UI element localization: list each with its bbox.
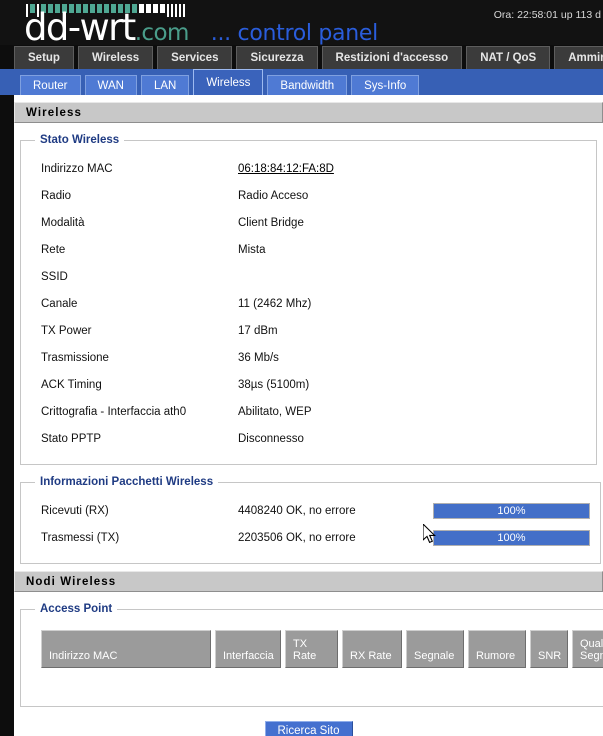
packet-info-rows: Ricevuti (RX) 4408240 OK, no errore 100% Tr… (31, 497, 590, 551)
main-tab-nat-qos[interactable]: NAT / QoS (466, 46, 551, 69)
app-header: dd-wrt .com ... control panel Ora: 22:58… (0, 0, 603, 45)
status-row-value: Mista (238, 243, 266, 256)
sub-tab-lan[interactable]: LAN (140, 75, 190, 95)
packet-row-label: Trasmessi (TX) (41, 531, 120, 544)
packet-progress-label: 100% (497, 504, 526, 517)
status-row: Crittografia - Interfaccia ath0 Abilitato… (31, 398, 586, 425)
mac-address-link[interactable]: 06:18:84:12:FA:8D (238, 163, 586, 175)
main-tab-amministrazione[interactable]: Amministrazione (554, 46, 603, 69)
page-title: Wireless (14, 102, 603, 123)
packet-progress-bar: 100% (433, 502, 590, 519)
status-row-label: SSID (41, 270, 68, 283)
status-row-label: ACK Timing (41, 378, 102, 391)
status-row: Canale 11 (2462 Mhz) (31, 290, 586, 317)
packet-row: Trasmessi (TX) 2203506 OK, no errore 100% (31, 524, 590, 551)
table-column-header: Rumore (468, 630, 526, 668)
table-column-header: Indirizzo MAC (41, 630, 211, 668)
status-row-value: 36 Mb/s (238, 351, 279, 364)
status-row-value: Abilitato, WEP (238, 405, 312, 418)
status-row: Rete Mista (31, 236, 586, 263)
status-row: SSID (31, 263, 586, 290)
status-row-label: Canale (41, 297, 78, 310)
status-row-value: Radio Acceso (238, 189, 309, 202)
main-tab-wireless[interactable]: Wireless (77, 46, 154, 69)
access-point-legend: Access Point (40, 603, 113, 615)
status-row-value: 38µs (5100m) (238, 378, 310, 391)
packet-progress-label: 100% (497, 531, 526, 544)
sub-tab-sys-info[interactable]: Sys-Info (351, 75, 420, 95)
status-row-value: Disconnesso (238, 432, 304, 445)
status-row-label: Modalità (41, 216, 85, 229)
status-row-label: Trasmissione (41, 351, 109, 364)
status-row-label: Radio (41, 189, 72, 202)
status-row-label: TX Power (41, 324, 92, 337)
logo-tagline-text: ... control panel (210, 21, 378, 45)
sub-tab-wireless[interactable]: Wireless (193, 69, 264, 95)
packet-row: Ricevuti (RX) 4408240 OK, no errore 100% (31, 497, 590, 524)
status-row: Radio Radio Acceso (31, 182, 586, 209)
wireless-status-legend: Stato Wireless (40, 134, 120, 146)
logo-domain-text: .com (134, 20, 190, 45)
status-row: TX Power 17 dBm (31, 317, 586, 344)
table-column-header: Interfaccia (215, 630, 281, 668)
main-tab-sicurezza[interactable]: Sicurezza (236, 46, 318, 69)
status-row-label: Crittografia - Interfaccia ath0 (41, 405, 187, 418)
status-row: ACK Timing 38µs (5100m) (31, 371, 586, 398)
status-row: Trasmissione 36 Mb/s (31, 344, 586, 371)
main-tab-restizioni-d-accesso[interactable]: Restizioni d'accesso (321, 46, 463, 69)
main-tab-bar: Setup Wireless Services Sicurezza Restizioni… (0, 45, 603, 69)
packet-info-legend: Informazioni Pacchetti Wireless (40, 476, 214, 488)
status-row-value: 17 dBm (238, 324, 278, 337)
uptime-status: Ora: 22:58:01 up 113 d (493, 9, 601, 21)
access-point-table-body (31, 668, 603, 694)
content-area: Wireless Stato Wireless Indirizzo MAC 06:… (14, 95, 603, 736)
sub-tab-wan[interactable]: WAN (84, 75, 137, 95)
brand-logo: dd-wrt .com ... control panel (24, 9, 378, 45)
table-column-header: SNR (530, 630, 568, 668)
packet-progress-fill: 100% (434, 503, 589, 518)
dd-wrt-control-panel: dd-wrt .com ... control panel Ora: 22:58… (0, 0, 603, 736)
status-row-label: Stato PPTP (41, 432, 102, 445)
sub-tab-bandwidth[interactable]: Bandwidth (267, 75, 348, 95)
sub-tab-bar: Router WAN LAN Wireless Bandwidth Sys-Info (0, 69, 603, 95)
wireless-status-rows: Indirizzo MAC 06:18:84:12:FA:8D Radio Radio… (31, 155, 586, 452)
packet-row-value: 4408240 OK, no errore (238, 504, 356, 517)
page-body: Wireless Stato Wireless Indirizzo MAC 06:… (0, 95, 603, 736)
packet-info-panel: Informazioni Pacchetti Wireless Ricevuti… (20, 476, 601, 564)
main-tab-services[interactable]: Services (157, 46, 233, 69)
sub-tab-router[interactable]: Router (20, 75, 81, 95)
table-column-header: TX Rate (285, 630, 338, 668)
status-row-value: Client Bridge (238, 216, 304, 229)
left-rail (0, 95, 14, 736)
wireless-status-panel: Stato Wireless Indirizzo MAC 06:18:84:12:… (20, 134, 597, 465)
logo-main-text: dd-wrt (24, 6, 136, 45)
status-row: Stato PPTP Disconnesso (31, 425, 586, 452)
status-row-label: Rete (41, 243, 66, 256)
site-survey-button[interactable]: Ricerca Sito (264, 721, 353, 736)
status-row-value: 11 (2462 Mhz) (238, 297, 312, 310)
action-row: Ricerca Sito (14, 721, 603, 736)
nodes-section-title: Nodi Wireless (14, 571, 603, 592)
packet-row-value: 2203506 OK, no errore (238, 531, 356, 544)
packet-progress-bar: 100% (433, 529, 590, 546)
packet-progress-fill: 100% (434, 530, 589, 545)
packet-row-label: Ricevuti (RX) (41, 504, 109, 517)
table-column-header: RX Rate (342, 630, 402, 668)
access-point-table-header: Indirizzo MAC Interfaccia TX Rate RX Rate Seg… (31, 630, 603, 668)
status-row: Indirizzo MAC 06:18:84:12:FA:8D (31, 155, 586, 182)
table-column-header: Qualità DelSegnale (572, 630, 603, 668)
main-tab-setup[interactable]: Setup (14, 46, 74, 69)
table-column-header: Segnale (406, 630, 464, 668)
access-point-panel: Access Point Indirizzo MAC Interfaccia TX R… (20, 603, 603, 707)
status-row: Modalità Client Bridge (31, 209, 586, 236)
status-row-label: Indirizzo MAC (41, 162, 113, 175)
